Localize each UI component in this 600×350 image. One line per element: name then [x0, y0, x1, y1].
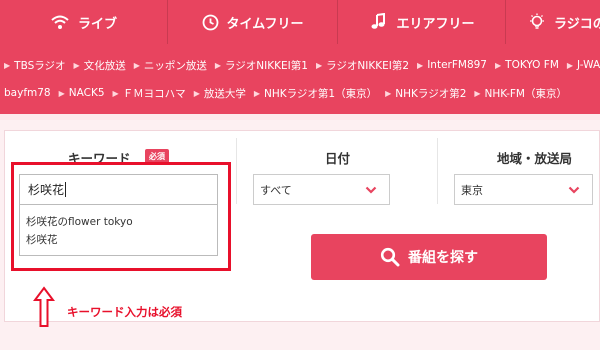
- clock-icon: [202, 14, 219, 31]
- station-link[interactable]: ▶ NHKラジオ第1（東京）: [252, 86, 383, 101]
- tab-areafree[interactable]: エリアフリー: [338, 0, 506, 44]
- arrow-right-icon: ▶: [495, 60, 502, 70]
- annotation-up-arrow-icon: [33, 286, 55, 332]
- station-link[interactable]: ▶ NHKラジオ第2: [383, 86, 472, 101]
- search-button-label: 番組を探す: [408, 250, 478, 266]
- search-icon: [380, 247, 400, 267]
- station-link[interactable]: ▶ 文化放送: [72, 58, 132, 73]
- arrow-right-icon: ▶: [253, 88, 260, 98]
- annotation-highlight-box: [11, 162, 231, 271]
- annotation-note: キーワード入力は必須: [67, 305, 182, 319]
- arrow-right-icon: ▶: [4, 60, 11, 70]
- station-link[interactable]: ▶ NACK5: [57, 87, 111, 99]
- wifi-icon: [50, 14, 70, 30]
- arrow-right-icon: ▶: [73, 60, 80, 70]
- area-select-value: 東京: [461, 183, 483, 197]
- station-link[interactable]: ▶ InterFM897: [415, 59, 493, 71]
- station-link[interactable]: ▶ NHK-FM（東京）: [472, 86, 573, 101]
- arrow-right-icon: ▶: [58, 88, 65, 98]
- arrow-right-icon: ▶: [112, 88, 119, 98]
- tab-radiko[interactable]: ラジコの: [506, 0, 600, 44]
- station-list: ▶ TBSラジオ ▶ 文化放送 ▶ ニッポン放送 ▶ ラジオNIKKEI第1 ▶ ラジオN…: [0, 44, 600, 114]
- station-row-1: ▶ TBSラジオ ▶ 文化放送 ▶ ニッポン放送 ▶ ラジオNIKKEI第1 ▶ ラジオN…: [0, 51, 600, 79]
- station-link[interactable]: ▶ ＦＭヨコハマ: [111, 86, 192, 101]
- arrow-right-icon: ▶: [315, 60, 323, 70]
- tab-areafree-label: エリアフリー: [396, 16, 475, 32]
- music-note-icon: [368, 13, 388, 31]
- arrow-right-icon: ▶: [133, 60, 140, 70]
- station-link[interactable]: ▶ ラジオNIKKEI第2: [314, 58, 415, 73]
- tab-radiko-label: ラジコの: [554, 16, 600, 32]
- date-select[interactable]: すべて: [253, 174, 390, 205]
- station-link[interactable]: ▶ ラジオNIKKEI第1: [213, 58, 314, 73]
- chevron-down-icon: [568, 184, 580, 197]
- station-row-2: bayfm78 ▶ NACK5 ▶ ＦＭヨコハマ ▶ 放送大学 ▶ NHKラジオ第1（東…: [0, 79, 600, 107]
- arrow-right-icon: ▶: [193, 88, 200, 98]
- station-link[interactable]: ▶ ニッポン放送: [132, 58, 213, 73]
- arrow-right-icon: ▶: [474, 88, 481, 98]
- arrow-right-icon: ▶: [566, 60, 574, 70]
- tab-timefree-label: タイムフリー: [226, 16, 304, 32]
- tab-timefree[interactable]: タイムフリー: [168, 0, 338, 44]
- station-link[interactable]: ▶ TOKYO FM: [493, 59, 565, 71]
- area-select[interactable]: 東京: [454, 174, 593, 205]
- tab-live[interactable]: ライブ: [0, 0, 168, 44]
- tab-live-label: ライブ: [77, 16, 117, 32]
- chevron-down-icon: [365, 184, 377, 197]
- arrow-right-icon: ▶: [385, 88, 392, 98]
- station-link[interactable]: ▶ 放送大学: [192, 86, 252, 101]
- date-select-value: すべて: [260, 183, 292, 197]
- station-link[interactable]: ▶ TBSラジオ: [0, 58, 72, 73]
- top-nav: ライブ タイムフリー エリアフリー ラジコの: [0, 0, 600, 44]
- area-label: 地域・放送局: [497, 151, 573, 166]
- column-divider: [437, 138, 438, 204]
- station-link[interactable]: ▶ J-WA: [565, 59, 600, 71]
- arrow-right-icon: ▶: [417, 60, 424, 70]
- arrow-right-icon: ▶: [214, 60, 222, 70]
- lightbulb-icon: [528, 13, 546, 31]
- search-button[interactable]: 番組を探す: [311, 234, 547, 280]
- column-divider: [236, 138, 237, 204]
- date-label: 日付: [325, 151, 351, 166]
- station-link[interactable]: bayfm78: [0, 87, 57, 99]
